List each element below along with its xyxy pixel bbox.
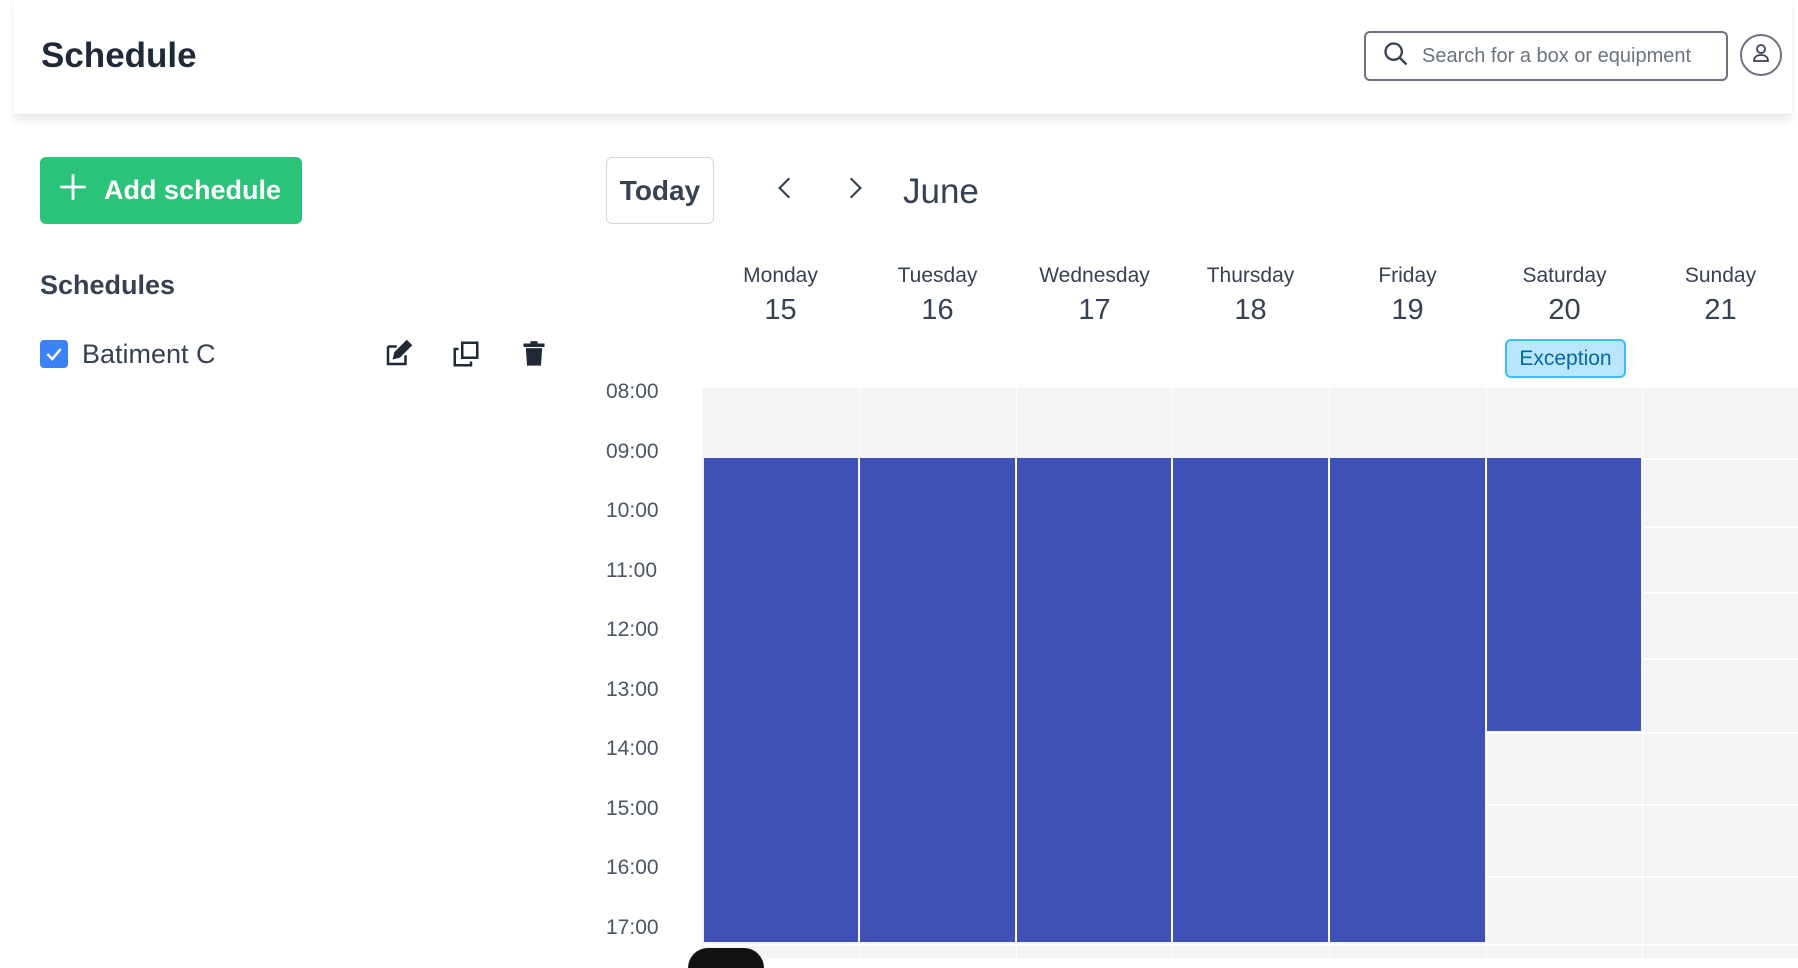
calendar-grid[interactable] xyxy=(702,388,1798,958)
previous-week-button[interactable] xyxy=(765,170,805,210)
day-number: 20 xyxy=(1548,294,1581,326)
hour-line xyxy=(1642,658,1798,660)
time-label: 13:00 xyxy=(606,678,659,701)
schedule-event[interactable] xyxy=(1017,458,1171,942)
time-label: 17:00 xyxy=(606,916,659,939)
schedule-event[interactable] xyxy=(704,458,858,942)
time-label: 12:00 xyxy=(606,618,659,641)
duplicate-icon[interactable] xyxy=(448,336,484,372)
time-label: 11:00 xyxy=(606,559,657,582)
day-number: 15 xyxy=(764,294,797,326)
hour-line xyxy=(1642,592,1798,594)
chevron-left-icon xyxy=(772,172,798,209)
time-label: 09:00 xyxy=(606,440,659,463)
hour-line xyxy=(1486,732,1798,734)
day-number: 17 xyxy=(1078,294,1111,326)
search-box[interactable] xyxy=(1364,31,1728,81)
day-name: Wednesday xyxy=(1039,264,1150,287)
schedule-event[interactable] xyxy=(1330,458,1485,942)
add-schedule-label: Add schedule xyxy=(104,175,282,205)
schedule-checkbox[interactable] xyxy=(40,340,68,368)
schedule-event[interactable] xyxy=(1173,458,1328,942)
day-name: Saturday xyxy=(1522,264,1607,287)
hour-line xyxy=(702,944,1798,946)
hour-line xyxy=(1486,876,1798,878)
time-label: 10:00 xyxy=(606,499,659,522)
search-input[interactable] xyxy=(1422,44,1722,68)
column-divider xyxy=(1642,388,1643,958)
hour-line xyxy=(1486,804,1798,806)
schedule-event[interactable] xyxy=(860,458,1015,942)
time-label: 08:00 xyxy=(606,380,659,403)
search-icon xyxy=(1382,40,1410,73)
month-label: June xyxy=(903,172,979,211)
day-number: 18 xyxy=(1234,294,1267,326)
top-bar: Schedule xyxy=(14,0,1792,115)
plus-icon xyxy=(56,170,90,211)
day-header: Tuesday 16 xyxy=(859,264,1016,327)
user-menu-button[interactable] xyxy=(1740,34,1782,76)
page-title: Schedule xyxy=(41,36,197,75)
next-week-button[interactable] xyxy=(835,170,875,210)
day-name: Friday xyxy=(1378,264,1437,287)
day-header: Thursday 18 xyxy=(1172,264,1329,327)
day-name: Thursday xyxy=(1206,264,1295,287)
day-number: 19 xyxy=(1391,294,1424,326)
day-header: Monday 15 xyxy=(702,264,859,327)
schedule-name: Batiment C xyxy=(82,338,216,369)
day-header: Friday 19 xyxy=(1329,264,1486,327)
hour-line xyxy=(1642,526,1798,528)
schedules-heading: Schedules xyxy=(40,270,176,300)
time-label: 15:00 xyxy=(606,797,659,820)
day-name: Sunday xyxy=(1684,264,1757,287)
time-label: 14:00 xyxy=(606,737,659,760)
trash-icon[interactable] xyxy=(516,336,552,372)
user-icon xyxy=(1749,41,1773,70)
schedule-item: Batiment C xyxy=(40,334,550,374)
exception-badge[interactable]: Exception xyxy=(1505,339,1626,378)
day-name: Monday xyxy=(743,264,818,287)
day-header: Wednesday 17 xyxy=(1016,264,1173,327)
hour-line xyxy=(1642,458,1798,460)
today-button[interactable]: Today xyxy=(606,157,714,224)
chevron-right-icon xyxy=(842,172,868,209)
floating-handle[interactable] xyxy=(688,948,764,968)
time-label: 16:00 xyxy=(606,856,659,879)
schedule-event[interactable] xyxy=(1487,458,1641,731)
day-header: Sunday 21 xyxy=(1642,264,1798,327)
day-header: Saturday 20 xyxy=(1486,264,1643,327)
day-name: Tuesday xyxy=(897,264,978,287)
day-number: 16 xyxy=(921,294,954,326)
add-schedule-button[interactable]: Add schedule xyxy=(40,157,302,224)
day-number: 21 xyxy=(1704,294,1737,326)
edit-icon[interactable] xyxy=(380,336,416,372)
day-header-row: Monday 15 Tuesday 16 Wednesday 17 Thursd… xyxy=(702,264,1796,384)
